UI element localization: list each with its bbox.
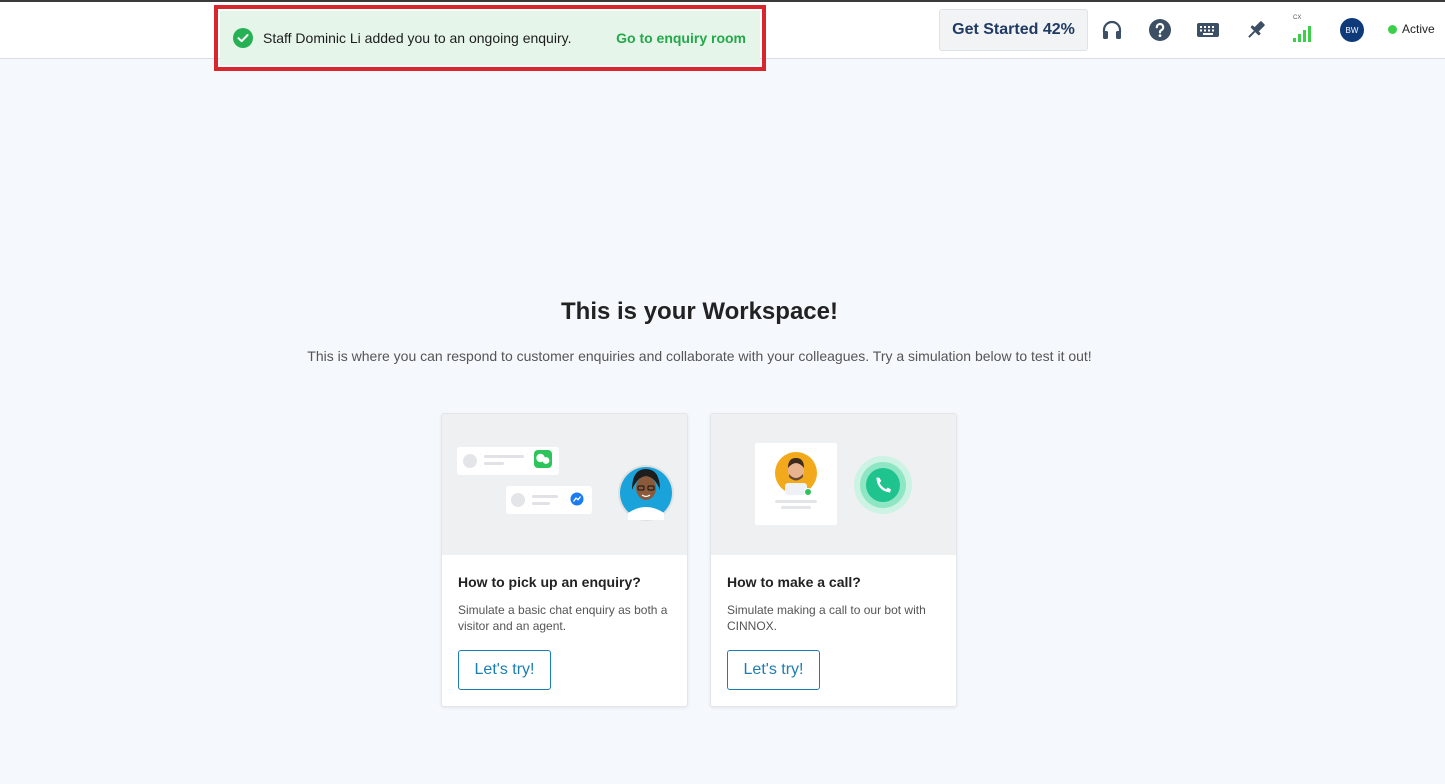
chat-illustration [457,447,674,521]
headset-icon[interactable] [1100,18,1124,42]
page-title: This is your Workspace! [561,298,838,325]
card-title: How to make a call? [727,574,861,590]
keyboard-icon[interactable] [1196,18,1220,42]
simulation-card-call: How to make a call? Simulate making a ca… [710,413,957,707]
lets-try-call-button[interactable]: Let's try! [727,650,820,690]
status-label: Active [1402,22,1435,36]
page-subtitle: This is where you can respond to custome… [307,348,1092,364]
get-started-button[interactable]: Get Started 42% [939,9,1088,51]
pin-icon[interactable] [1244,18,1268,42]
card-description: Simulate making a call to our bot with C… [727,603,926,633]
status-dot [1388,24,1397,34]
card-illustration [442,414,687,555]
simulation-card-enquiry: How to pick up an enquiry? Simulate a ba… [441,413,688,707]
signal-icon[interactable] [1291,14,1317,44]
user-avatar[interactable]: BW [1340,18,1364,42]
status-indicator[interactable]: Active [1388,22,1435,36]
card-title: How to pick up an enquiry? [458,574,641,590]
card-illustration [711,414,956,555]
toast-highlight-outline [214,5,766,71]
call-illustration [755,443,912,525]
help-icon[interactable] [1148,18,1172,42]
card-description: Simulate a basic chat enquiry as both a … [458,603,668,633]
lets-try-enquiry-button[interactable]: Let's try! [458,650,551,690]
